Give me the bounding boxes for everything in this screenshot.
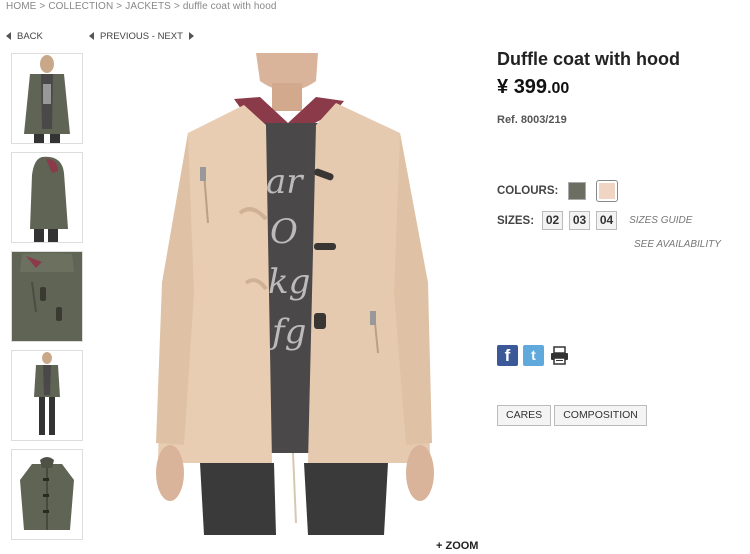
thumbnail-front[interactable] bbox=[11, 53, 83, 144]
colour-swatch-beige[interactable] bbox=[596, 180, 619, 202]
see-availability-link[interactable]: SEE AVAILABILITY bbox=[634, 239, 721, 250]
product-ref: Ref. 8003/219 bbox=[497, 114, 567, 126]
breadcrumb-collection[interactable]: COLLECTION bbox=[48, 1, 113, 12]
twitter-icon[interactable]: t bbox=[523, 345, 544, 366]
svg-text:O: O bbox=[270, 212, 298, 252]
previous-link[interactable]: PREVIOUS bbox=[100, 31, 149, 42]
sizes-label: SIZES: bbox=[497, 214, 535, 227]
arrow-left-icon bbox=[89, 32, 94, 40]
sizes-guide-link[interactable]: SIZES GUIDE bbox=[629, 215, 692, 226]
thumbnail-detail[interactable] bbox=[11, 251, 83, 342]
print-icon[interactable] bbox=[549, 345, 570, 366]
size-selector: SIZES: 02 03 04 SIZES GUIDE bbox=[497, 211, 692, 230]
prev-next-nav: PREVIOUS - NEXT bbox=[89, 31, 194, 42]
colours-label: COLOURS: bbox=[497, 185, 559, 197]
main-product-image[interactable]: ar O kg fg bbox=[148, 53, 440, 535]
cares-button[interactable]: CARES bbox=[497, 405, 552, 426]
svg-text:fg: fg bbox=[269, 312, 306, 352]
thumbnail-list bbox=[11, 53, 83, 548]
social-share: f t bbox=[497, 345, 575, 366]
back-link[interactable]: BACK bbox=[6, 31, 43, 42]
product-price: ¥ 399.00 bbox=[497, 76, 570, 98]
facebook-icon[interactable]: f bbox=[497, 345, 518, 366]
product-title: Duffle coat with hood bbox=[497, 49, 680, 69]
arrow-left-icon bbox=[6, 32, 11, 40]
thumbnail-full[interactable] bbox=[11, 350, 83, 441]
zoom-button[interactable]: + ZOOM bbox=[436, 540, 478, 552]
size-option-03[interactable]: 03 bbox=[569, 211, 591, 230]
breadcrumb: HOME > COLLECTION > JACKETS > duffle coat with… bbox=[6, 1, 277, 12]
arrow-right-icon bbox=[188, 32, 194, 40]
size-option-02[interactable]: 02 bbox=[542, 211, 564, 230]
size-option-04[interactable]: 04 bbox=[596, 211, 618, 230]
next-link[interactable]: NEXT bbox=[158, 31, 183, 42]
info-tabs: CARES COMPOSITION bbox=[497, 405, 650, 426]
composition-button[interactable]: COMPOSITION bbox=[554, 405, 647, 426]
thumbnail-flat[interactable] bbox=[11, 449, 83, 540]
breadcrumb-jackets[interactable]: JACKETS bbox=[125, 1, 171, 12]
svg-text:ar: ar bbox=[266, 162, 304, 202]
breadcrumb-home[interactable]: HOME bbox=[6, 1, 36, 12]
breadcrumb-current: duffle coat with hood bbox=[182, 1, 277, 12]
colour-swatch-khaki[interactable] bbox=[568, 182, 587, 200]
thumbnail-side[interactable] bbox=[11, 152, 83, 243]
colour-selector: COLOURS: bbox=[497, 180, 628, 202]
svg-text:kg: kg bbox=[268, 262, 310, 302]
